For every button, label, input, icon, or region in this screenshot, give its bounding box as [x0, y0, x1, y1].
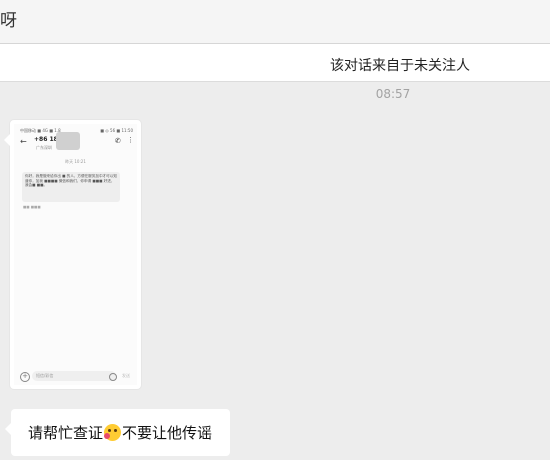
sms-date: 昨天 10:21 [65, 159, 86, 164]
redaction-mask [56, 132, 80, 150]
emoji-icon [109, 373, 117, 381]
phone-status-right: ■ ◎ 56 ■ 11:50 [100, 128, 133, 133]
notice-text: 该对话来自于未关注人 [330, 58, 470, 74]
message-text-part-2: 不要让他传谣 [122, 424, 213, 442]
message-text: 请帮忙查证 不要让他传谣 [28, 422, 212, 443]
more-vertical-icon: ⋮ [127, 136, 134, 144]
message-timestamp: 08:57 [375, 87, 411, 101]
sms-input-bar: + 短信/彩信 发送 [18, 371, 133, 383]
sms-input-placeholder: 短信/彩信 [36, 373, 54, 378]
message-text-part-1: 请帮忙查证 [28, 424, 104, 442]
sms-meta: ■■ ■■■ [23, 205, 41, 209]
unfollowed-notice-bar: 该对话来自于未关注人 [0, 44, 550, 82]
phone-status-left: 中国移动 ■ 4G ■ 1.8 [20, 128, 61, 133]
back-arrow-icon: ← [20, 137, 27, 146]
chat-header: 呀 [0, 0, 550, 44]
image-message-bubble[interactable]: 中国移动 ■ 4G ■ 1.8 ■ ◎ 56 ■ 11:50 ← +86 18 … [4, 120, 141, 389]
text-message-bubble[interactable]: 请帮忙查证 不要让他传谣 [5, 409, 230, 456]
kiss-heart-emoji-icon [104, 424, 122, 441]
sms-bubble: 你好，我是饿来给你出 ■ 的人，方便在服务加中才可以知道你，加我 ■■■■ 微信… [22, 172, 120, 202]
phone-call-icon: ✆ [115, 137, 121, 145]
chat-window: 呀 该对话来自于未关注人 08:57 中国移动 ■ 4G ■ 1.8 ■ ◎ 5… [0, 0, 550, 460]
send-label: 发送 [122, 373, 130, 378]
sms-screenshot-image[interactable]: 中国移动 ■ 4G ■ 1.8 ■ ◎ 56 ■ 11:50 ← +86 18 … [14, 124, 137, 385]
plus-icon: + [20, 372, 30, 382]
sender-location: 广东深圳 [36, 145, 52, 150]
chat-title: 呀 [0, 11, 17, 31]
